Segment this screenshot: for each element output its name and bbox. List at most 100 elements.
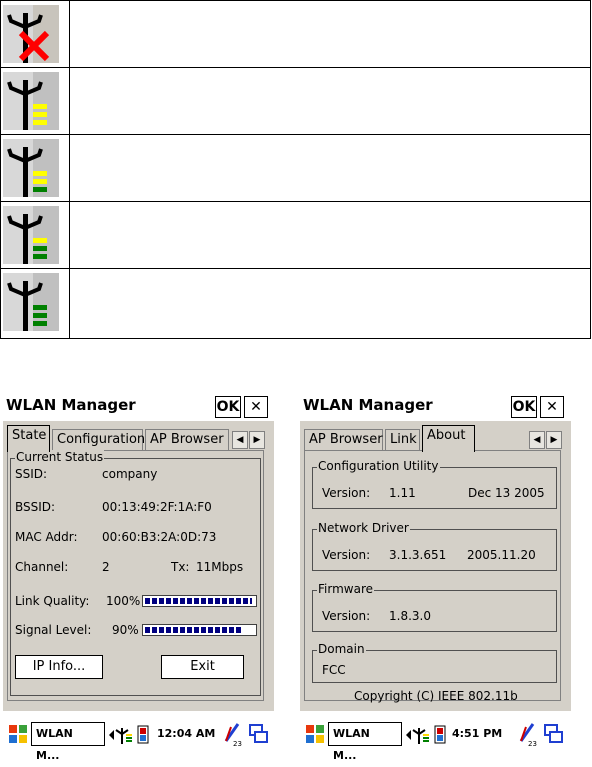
bssid-value: 00:13:49:2F:1A:F0 bbox=[102, 500, 212, 514]
antenna-signal-2-icon bbox=[3, 139, 59, 197]
title-bar: WLAN Manager OK ✕ bbox=[3, 391, 274, 421]
firmware-group-label: Firmware bbox=[317, 582, 374, 596]
legend-row bbox=[1, 202, 590, 269]
antenna-no-signal-icon bbox=[3, 5, 59, 63]
tx-rate-label: Tx: bbox=[171, 560, 190, 574]
switch-window-icon[interactable] bbox=[249, 724, 269, 744]
input-panel-icon[interactable]: 23 bbox=[518, 721, 538, 747]
channel-value: 2 bbox=[102, 560, 110, 574]
domain-group-label: Domain bbox=[317, 642, 366, 656]
tab-configuration[interactable]: Configuration bbox=[52, 429, 145, 451]
configuration-utility-group-label: Configuration Utility bbox=[317, 459, 440, 473]
link-quality-bar bbox=[142, 595, 257, 607]
battery-icon[interactable] bbox=[137, 724, 149, 744]
domain-value: FCC bbox=[322, 663, 346, 677]
window-title: WLAN Manager bbox=[303, 396, 433, 414]
signal-level-bar bbox=[142, 624, 257, 636]
config-version-label: Version: bbox=[322, 486, 371, 500]
domain-group: Domain FCC bbox=[312, 642, 557, 683]
tab-strip: AP Browser Link About ◀ ▶ bbox=[300, 425, 571, 452]
firmware-version-label: Version: bbox=[322, 609, 371, 623]
network-driver-group-label: Network Driver bbox=[317, 521, 410, 535]
about-tab-panel: Configuration Utility Version: 1.11 Dec … bbox=[304, 450, 561, 701]
mac-address-label: MAC Addr: bbox=[15, 530, 78, 544]
tab-ap-browser[interactable]: AP Browser bbox=[145, 429, 229, 451]
windows-flag-icon[interactable] bbox=[303, 722, 327, 746]
antenna-signal-4-icon bbox=[3, 273, 59, 331]
legend-icon-cell bbox=[1, 202, 70, 268]
ok-button[interactable]: OK bbox=[511, 396, 537, 418]
ip-info-button[interactable]: IP Info... bbox=[15, 655, 103, 679]
taskbar-app-button[interactable]: WLAN M... bbox=[31, 722, 105, 762]
wlan-manager-window-state: WLAN Manager OK ✕ State Configuration AP… bbox=[3, 391, 274, 762]
switch-window-icon[interactable] bbox=[544, 724, 564, 744]
wlan-manager-window-about: WLAN Manager OK ✕ AP Browser Link About … bbox=[300, 391, 571, 762]
tab-scroll-left-button[interactable]: ◀ bbox=[529, 431, 545, 449]
link-quality-value: 100% bbox=[106, 594, 141, 608]
close-button[interactable]: ✕ bbox=[244, 396, 268, 418]
signal-level-label: Signal Level: bbox=[15, 623, 92, 637]
tx-rate-value: 11Mbps bbox=[196, 560, 244, 574]
taskbar-app-button[interactable]: WLAN M... bbox=[328, 722, 402, 762]
svg-text:23: 23 bbox=[233, 740, 242, 747]
windows-flag-icon[interactable] bbox=[6, 722, 30, 746]
tab-scroll-right-button[interactable]: ▶ bbox=[249, 431, 265, 449]
taskbar: WLAN M... 12:04 AM 23 bbox=[3, 718, 274, 762]
channel-label: Channel: bbox=[15, 560, 69, 574]
current-status-group-label: Current Status bbox=[15, 450, 105, 464]
clock[interactable]: 4:51 PM bbox=[452, 727, 502, 740]
link-quality-label: Link Quality: bbox=[15, 594, 90, 608]
antenna-signal-3-icon bbox=[3, 206, 59, 264]
mac-address-value: 00:60:B3:2A:0D:73 bbox=[102, 530, 217, 544]
dialog-client-area: State Configuration AP Browser ◀ ▶ Curre… bbox=[3, 421, 274, 711]
legend-row bbox=[1, 135, 590, 202]
driver-version-label: Version: bbox=[322, 548, 371, 562]
tab-scroll-right-button[interactable]: ▶ bbox=[546, 431, 562, 449]
tab-ap-browser[interactable]: AP Browser bbox=[304, 429, 383, 451]
config-date-value: Dec 13 2005 bbox=[468, 486, 545, 500]
close-button[interactable]: ✕ bbox=[540, 396, 564, 418]
state-tab-panel: Current Status SSID: company BSSID: 00:1… bbox=[7, 450, 264, 701]
legend-row bbox=[1, 269, 590, 338]
tab-state[interactable]: State bbox=[7, 425, 50, 452]
battery-icon[interactable] bbox=[434, 724, 446, 744]
clock[interactable]: 12:04 AM bbox=[157, 727, 215, 740]
legend-row bbox=[1, 1, 590, 68]
copyright-text: Copyright (C) IEEE 802.11b bbox=[354, 689, 518, 703]
title-bar: WLAN Manager OK ✕ bbox=[300, 391, 571, 421]
tab-scroll-left-button[interactable]: ◀ bbox=[232, 431, 248, 449]
driver-date-value: 2005.11.20 bbox=[467, 548, 536, 562]
ssid-label: SSID: bbox=[15, 467, 48, 481]
ssid-value: company bbox=[102, 467, 158, 481]
ok-button[interactable]: OK bbox=[215, 396, 241, 418]
legend-icon-cell bbox=[1, 1, 70, 67]
signal-level-bar-fill bbox=[145, 627, 241, 633]
taskbar: WLAN M... 4:51 PM 23 bbox=[300, 718, 571, 762]
window-title: WLAN Manager bbox=[6, 396, 136, 414]
wlan-tray-icon[interactable] bbox=[406, 726, 432, 744]
config-version-value: 1.11 bbox=[389, 486, 416, 500]
link-quality-bar-fill bbox=[145, 598, 252, 604]
svg-text:23: 23 bbox=[528, 740, 537, 747]
wlan-tray-icon[interactable] bbox=[109, 726, 135, 744]
network-driver-group: Network Driver Version: 3.1.3.651 2005.1… bbox=[312, 521, 557, 571]
antenna-signal-1-icon bbox=[3, 72, 59, 130]
current-status-group: Current Status SSID: company BSSID: 00:1… bbox=[10, 450, 261, 696]
legend-icon-cell bbox=[1, 269, 70, 338]
input-panel-icon[interactable]: 23 bbox=[223, 721, 243, 747]
bssid-label: BSSID: bbox=[15, 500, 56, 514]
dialog-client-area: AP Browser Link About ◀ ▶ Configuration … bbox=[300, 421, 571, 711]
configuration-utility-group: Configuration Utility Version: 1.11 Dec … bbox=[312, 459, 557, 509]
signal-icon-legend-table bbox=[0, 0, 591, 339]
tab-scroll-arrows: ◀ ▶ bbox=[529, 431, 562, 449]
tab-strip: State Configuration AP Browser ◀ ▶ bbox=[3, 425, 274, 452]
exit-button[interactable]: Exit bbox=[161, 655, 244, 679]
tab-about[interactable]: About bbox=[422, 425, 475, 452]
legend-icon-cell bbox=[1, 68, 70, 134]
signal-level-value: 90% bbox=[112, 623, 139, 637]
firmware-group: Firmware Version: 1.8.3.0 bbox=[312, 582, 557, 632]
driver-version-value: 3.1.3.651 bbox=[389, 548, 447, 562]
legend-icon-cell bbox=[1, 135, 70, 201]
tab-link[interactable]: Link bbox=[385, 429, 420, 451]
firmware-version-value: 1.8.3.0 bbox=[389, 609, 431, 623]
